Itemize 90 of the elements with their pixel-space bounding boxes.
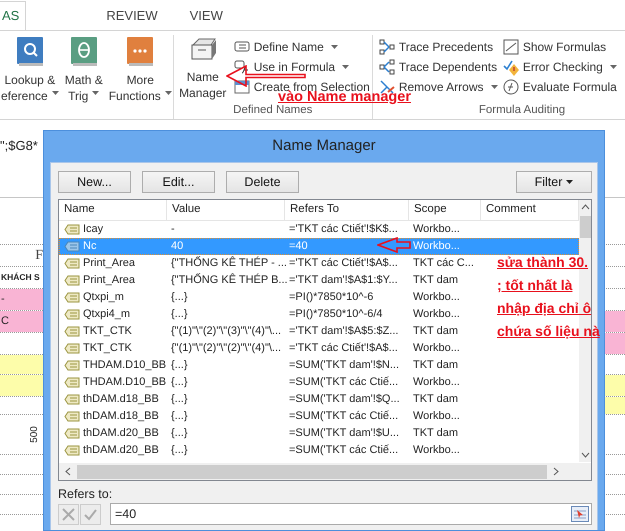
ribbon-command[interactable]: Error Checking: [500, 57, 619, 77]
theta-book-icon: [70, 37, 97, 66]
name-tag-icon: [64, 343, 80, 354]
formula-sheet-icon: [502, 38, 520, 56]
annotation-text: vào Name manager: [278, 90, 411, 105]
group-label: Formula Auditing: [478, 104, 566, 118]
sheet-cell: [605, 311, 625, 332]
name-row[interactable]: TKT_CTK {"(1)"\"(2)"\"(2)"\"(4)"\... ='TKT các Ctiết'!$A$... Workbo...: [59, 340, 481, 357]
group-label: Defined Names: [232, 104, 314, 118]
refers-to-field[interactable]: =40: [110, 503, 592, 525]
column-header[interactable]: Name: [59, 200, 167, 220]
formula-text: ";$G8*: [0, 138, 38, 153]
check-icon: [84, 508, 97, 520]
filter-button[interactable]: Filter: [516, 171, 592, 193]
trace-arrows-icon: [378, 58, 396, 76]
name-row[interactable]: thDAM.d20_BB {...} =SUM('TKT các Ctiế... Workbo...: [59, 442, 481, 459]
name-row[interactable]: Qtxpi4_m {...} =PI()*7850*10^-6/4 Workbo...: [59, 306, 481, 323]
field-label: Refers to:: [58, 486, 112, 501]
name-row[interactable]: Icay - ='TKT các Ctiết'!$K$... Workbo...: [59, 221, 481, 238]
name-tag-icon: [64, 377, 80, 388]
name-tag-icon: [64, 360, 80, 371]
cell-text: KHÁCH S: [1, 271, 40, 284]
sheet-cell: [0, 355, 43, 374]
name-tag-icon: [64, 445, 80, 456]
delete-button[interactable]: Delete: [226, 171, 299, 193]
function-button[interactable]: More Functions: [108, 35, 173, 104]
name-manager-button[interactable]: Name Manager: [174, 35, 232, 104]
name-tag-icon: [64, 258, 80, 269]
function-button[interactable]: Math & Trig: [64, 35, 104, 104]
name-row[interactable]: Qtxpi_m {...} =PI()*7850*10^-6 Workbo...: [59, 289, 481, 306]
column-header[interactable]: Scope: [409, 200, 481, 220]
cell-text: F: [35, 247, 43, 265]
column-header[interactable]: Refers To: [285, 200, 409, 220]
name-row[interactable]: thDAM.d20_BB {...} =SUM('TKT dam'!$U... TKT dam: [59, 425, 481, 442]
horizontal-scrollbar[interactable]: [59, 463, 591, 480]
dialog-title: Name Manager: [272, 136, 376, 156]
name-tag-icon: [64, 411, 80, 422]
scroll-down-icon: [580, 452, 590, 458]
column-header[interactable]: Value: [167, 200, 285, 220]
edit-button[interactable]: Edit...: [142, 171, 215, 193]
name-tag-icon: [64, 309, 80, 320]
confirm-button[interactable]: [80, 504, 101, 524]
error-check-icon: [502, 58, 520, 76]
name-tag-icon: [64, 428, 80, 439]
ribbon-command[interactable]: Evaluate Formula: [500, 77, 619, 97]
sheet-cell: [605, 375, 625, 396]
name-tag-icon: [64, 241, 80, 252]
dots-book-icon: [127, 37, 154, 66]
cancel-button[interactable]: [58, 504, 79, 524]
name-tag-icon: [64, 394, 80, 405]
ribbon-command[interactable]: Show Formulas: [500, 37, 608, 57]
name-row[interactable]: THDAM.D10_BB {...} =SUM('TKT dam'!$N... TKT dam: [59, 357, 481, 374]
cell-text: C: [1, 314, 9, 330]
name-row[interactable]: thDAM.d18_BB {...} =SUM('TKT các Ctiế... Workbo...: [59, 408, 481, 425]
name-tag-icon: [64, 275, 80, 286]
scroll-thumb[interactable]: [580, 216, 590, 238]
ribbon-tab[interactable]: VIEW: [180, 1, 233, 30]
name-row[interactable]: THDAM.D10_BB {...} =SUM('TKT các Ctiế... Workbo...: [59, 374, 481, 391]
ribbon-command[interactable]: Use in Formula: [232, 57, 372, 77]
scroll-left-icon: [65, 467, 71, 476]
formula-tag-icon: [234, 58, 251, 76]
name-row[interactable]: thDAM.d18_BB {...} =SUM('TKT dam'!$Q... TKT dam: [59, 391, 481, 408]
sheet-cell: [0, 375, 43, 396]
name-tag-icon: [64, 224, 80, 235]
scroll-thumb[interactable]: [77, 464, 547, 478]
trace-arrows-icon: [378, 38, 396, 56]
magnifier-book-icon: [16, 37, 43, 66]
close-icon: [62, 508, 75, 520]
ribbon-tab[interactable]: REVIEW: [96, 1, 168, 30]
ribbon-command[interactable]: Trace Dependents: [376, 57, 500, 77]
function-button[interactable]: Lookup & eference: [0, 35, 60, 104]
name-row[interactable]: Print_Area {"THỐNG KÊ THÉP B...='TKT dam'!$A$1:$Y... TKT dam: [59, 272, 481, 289]
annotation-arrow: [377, 237, 411, 253]
sheet-cell: [605, 397, 625, 414]
collapse-dialog-icon: [571, 506, 589, 522]
cell-text: 500: [28, 426, 42, 443]
ribbon-command[interactable]: Define Name: [232, 37, 372, 57]
cell-text: -: [1, 292, 5, 308]
scroll-up-icon: [580, 204, 590, 210]
caret-icon: [566, 180, 574, 184]
fx-circle-icon: [502, 78, 520, 96]
ribbon-command[interactable]: Trace Precedents: [376, 37, 496, 57]
ribbon-tab[interactable]: AS: [0, 1, 26, 30]
new-button[interactable]: New...: [58, 171, 131, 193]
sheet-cell: [605, 333, 625, 354]
name-row[interactable]: TKT_CTK {"(1)"\"(2)"\"(3)"\"(4)"\... ='TKT dam'!$A$5:$Z... TKT dam: [59, 323, 481, 340]
name-row[interactable]: Print_Area {"THỐNG KÊ THÉP - ... ='TKT các Ctiết'!$A$... TKT các C...: [59, 255, 481, 272]
name-tag-icon: [64, 292, 80, 303]
scroll-right-icon: [553, 467, 559, 476]
name-tag-icon: [64, 326, 80, 337]
